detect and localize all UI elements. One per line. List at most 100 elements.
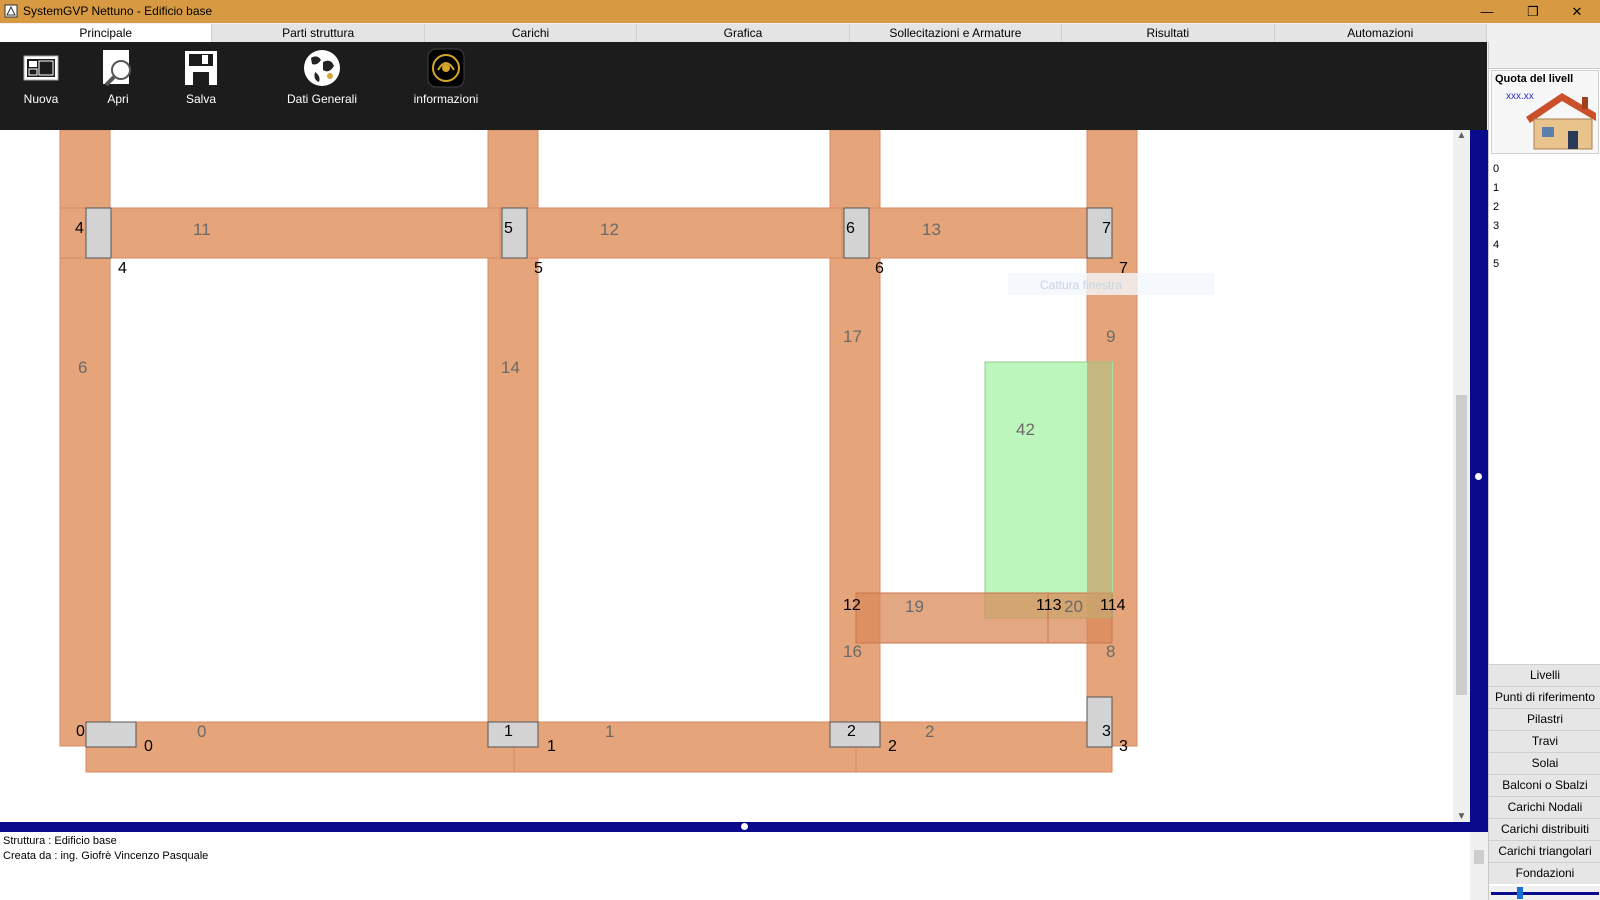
levels-list: 0 1 2 3 4 5 xyxy=(1493,160,1499,274)
house-icon xyxy=(1526,93,1596,150)
beam-11[interactable] xyxy=(59,207,511,259)
beam-overlap xyxy=(1087,362,1112,618)
general-data-button[interactable]: Dati Generali xyxy=(277,48,367,106)
splitter-handle-icon[interactable] xyxy=(1475,473,1482,480)
floppy-disk-icon xyxy=(185,51,217,85)
beam-1[interactable] xyxy=(513,721,857,773)
level-header-title: Quota del livell xyxy=(1495,73,1574,85)
right-panel-toolbar xyxy=(1489,42,1600,69)
node-label-1: 1 xyxy=(504,723,513,740)
tab-principale[interactable]: Principale xyxy=(0,24,213,42)
pillar-4[interactable] xyxy=(85,207,112,259)
level-item[interactable]: 5 xyxy=(1493,255,1499,274)
foundations-button[interactable]: Fondazioni xyxy=(1489,862,1600,884)
window-title: SystemGVP Nettuno - Edificio base xyxy=(23,4,213,18)
beam-label-17: 17 xyxy=(843,327,862,346)
vertical-splitter[interactable] xyxy=(1470,130,1488,822)
splitter-handle-icon[interactable] xyxy=(741,823,748,830)
drawing-canvas[interactable]: 11 12 13 6 14 17 9 16 8 19 20 0 1 2 42 4… xyxy=(0,130,1453,822)
pillar-label-0: 0 xyxy=(144,738,153,755)
level-header: Quota del livell xxx.xx xyxy=(1491,70,1599,154)
console-structure-line: Struttura : Edificio base xyxy=(3,835,117,847)
beam-label-1: 1 xyxy=(605,722,614,741)
pillar-label-2: 2 xyxy=(888,738,897,755)
tab-sollecitazioni-armature[interactable]: Sollecitazioni e Armature xyxy=(850,24,1063,42)
beam-label-6: 6 xyxy=(78,358,87,377)
scroll-down-icon[interactable]: ▼ xyxy=(1453,811,1470,822)
slider-track xyxy=(1491,892,1599,895)
close-button[interactable]: ✕ xyxy=(1554,0,1600,23)
beam-label-13: 13 xyxy=(922,220,941,239)
beam-13[interactable] xyxy=(841,207,1113,259)
node-label-12: 12 xyxy=(843,597,861,614)
info-button[interactable]: informazioni xyxy=(401,48,491,106)
level-item[interactable]: 4 xyxy=(1493,236,1499,255)
console-author-line: Creata da : ing. Giofrè Vincenzo Pasqual… xyxy=(3,850,209,862)
beam-label-12: 12 xyxy=(600,220,619,239)
node-label-7: 7 xyxy=(1102,220,1111,237)
pillar-1[interactable] xyxy=(487,721,539,748)
tab-parti-struttura[interactable]: Parti struttura xyxy=(212,24,425,42)
structure-plan[interactable]: 11 12 13 6 14 17 9 16 8 19 20 0 1 2 42 4… xyxy=(0,130,1453,822)
beam-19[interactable] xyxy=(855,592,1049,644)
beam-label-8: 8 xyxy=(1106,642,1115,661)
balconies-button[interactable]: Balconi o Sbalzi xyxy=(1489,774,1600,796)
beam-label-9: 9 xyxy=(1106,327,1115,346)
console-scrollbar[interactable] xyxy=(1470,832,1488,900)
globe-icon xyxy=(304,50,340,86)
reference-points-button[interactable]: Punti di riferimento xyxy=(1489,686,1600,708)
pillars-button[interactable]: Pilastri xyxy=(1489,708,1600,730)
node-label-114: 114 xyxy=(1100,597,1126,614)
console-scroll-thumb[interactable] xyxy=(1474,850,1484,864)
new-file-icon xyxy=(23,55,59,81)
slab-label-42: 42 xyxy=(1016,420,1035,439)
scroll-up-icon[interactable]: ▲ xyxy=(1453,130,1470,141)
beam-label-20: 20 xyxy=(1064,597,1083,616)
ribbon-tabs: Principale Parti struttura Carichi Grafi… xyxy=(0,24,1487,42)
tab-carichi[interactable]: Carichi xyxy=(425,24,638,42)
node-label-4: 4 xyxy=(75,220,84,237)
maximize-button[interactable]: ❐ xyxy=(1510,0,1556,23)
pillar-label-4: 4 xyxy=(118,260,127,277)
beam-label-14: 14 xyxy=(501,358,520,377)
save-label: Salva xyxy=(185,92,217,106)
beam-label-16: 16 xyxy=(843,642,862,661)
triangular-loads-button[interactable]: Carichi triangolari xyxy=(1489,840,1600,862)
beam-12[interactable] xyxy=(499,207,853,259)
title-bar: SystemGVP Nettuno - Edificio base — ❐ ✕ xyxy=(0,0,1600,23)
slider-knob[interactable] xyxy=(1517,887,1523,899)
level-item[interactable]: 2 xyxy=(1493,198,1499,217)
node-label-0: 0 xyxy=(76,723,85,740)
open-button[interactable]: Apri xyxy=(73,48,163,106)
tab-grafica[interactable]: Grafica xyxy=(637,24,850,42)
panel-slider[interactable] xyxy=(1489,886,1600,900)
level-item[interactable]: 0 xyxy=(1493,160,1499,179)
capture-tooltip: Cattura finestra xyxy=(1040,278,1122,292)
node-label-3: 3 xyxy=(1102,723,1111,740)
level-item[interactable]: 3 xyxy=(1493,217,1499,236)
tab-risultati[interactable]: Risultati xyxy=(1062,24,1275,42)
beams-button[interactable]: Travi xyxy=(1489,730,1600,752)
canvas-vertical-scrollbar[interactable]: ▲ ▼ xyxy=(1453,130,1470,822)
info-emblem-icon xyxy=(427,48,465,88)
node-label-2: 2 xyxy=(847,723,856,740)
pillar-label-6: 6 xyxy=(875,260,884,277)
general-data-label: Dati Generali xyxy=(286,92,358,106)
open-label: Apri xyxy=(107,92,129,106)
pillar-0[interactable] xyxy=(85,721,137,748)
toolbar: Nuova Apri Salva Dati Generali informazi… xyxy=(0,42,1487,130)
level-item[interactable]: 1 xyxy=(1493,179,1499,198)
open-search-icon xyxy=(103,50,131,87)
levels-button[interactable]: Livelli xyxy=(1489,664,1600,686)
pillar-label-3: 3 xyxy=(1119,738,1128,755)
minimize-button[interactable]: — xyxy=(1464,0,1510,23)
scroll-thumb[interactable] xyxy=(1456,395,1467,695)
slabs-button[interactable]: Solai xyxy=(1489,752,1600,774)
right-panel: Quota del livell xxx.xx 0 1 2 3 4 5 Live… xyxy=(1488,42,1600,900)
tab-automazioni[interactable]: Automazioni xyxy=(1275,24,1487,42)
save-button[interactable]: Salva xyxy=(156,48,246,106)
horizontal-splitter[interactable] xyxy=(0,822,1488,832)
pillar-label-1: 1 xyxy=(547,738,556,755)
distributed-loads-button[interactable]: Carichi distribuiti xyxy=(1489,818,1600,840)
nodal-loads-button[interactable]: Carichi Nodali xyxy=(1489,796,1600,818)
